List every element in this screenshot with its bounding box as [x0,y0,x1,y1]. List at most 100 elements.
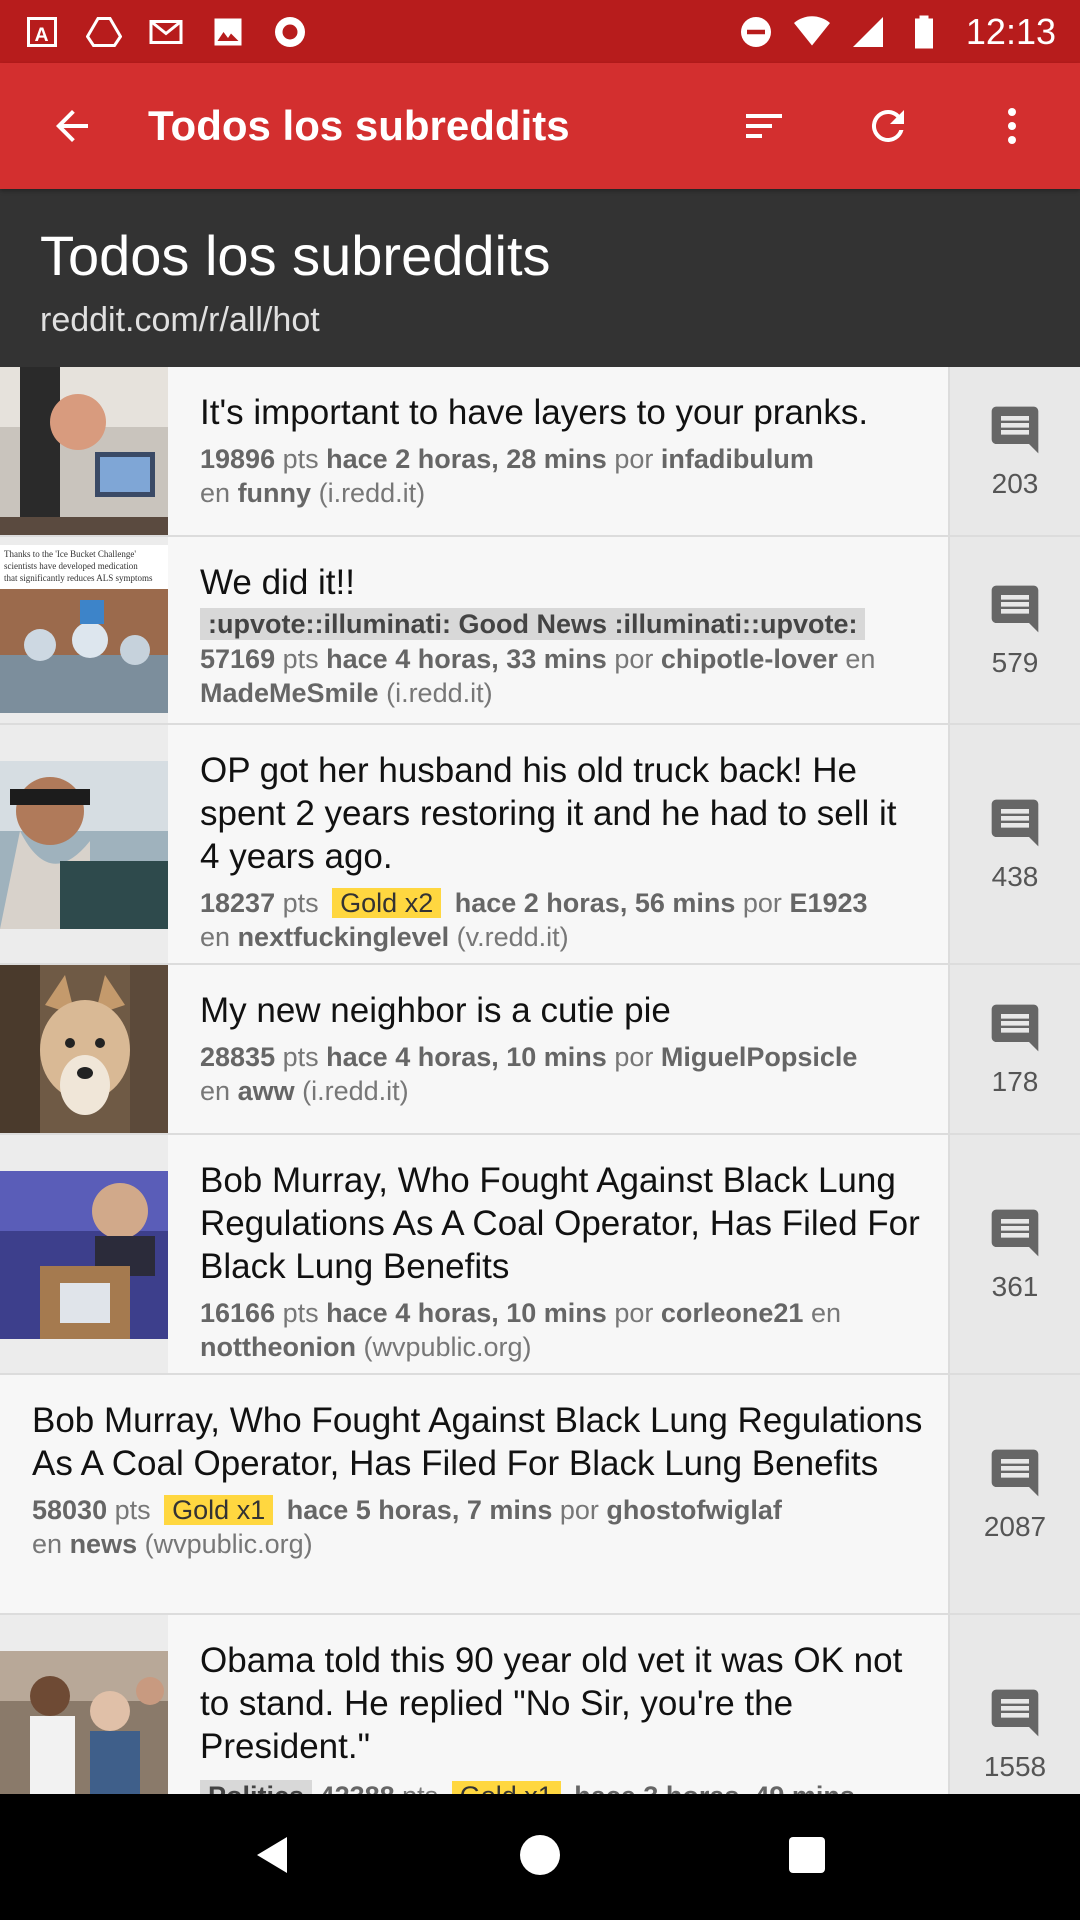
status-time: 12:13 [965,10,1056,52]
svg-text:that significantly reduces ALS: that significantly reduces ALS symptoms [4,573,153,583]
drive-icon [86,14,122,50]
comments-button[interactable]: 579 [948,537,1080,723]
comment-icon [991,1004,1039,1052]
dog-image [0,965,168,1133]
post-item[interactable]: Thanks to the 'Ice Bucket Challenge' sci… [0,537,1080,725]
post-meta: 19896 pts hace 2 horas, 28 mins por infa… [200,444,814,508]
post-title[interactable]: We did it!! [200,561,924,604]
post-domain: (i.redd.it) [302,1076,409,1106]
sort-icon [746,114,782,138]
post-meta: 18237 pts Gold x2 hace 2 horas, 56 mins … [200,888,868,952]
post-subreddit[interactable]: nextfuckinglevel [238,922,450,952]
comment-icon [991,1209,1039,1257]
post-content: OP got her husband his old truck back! H… [168,725,948,963]
comment-count: 203 [991,468,1039,499]
post-subreddit[interactable]: news [70,1529,138,1559]
gold-badge: Gold x2 [332,888,442,918]
comments-button[interactable]: 361 [948,1135,1080,1373]
sort-button[interactable] [716,78,812,174]
status-bar: A 12:13 [0,0,1080,63]
comment-count: 2087 [983,1511,1047,1542]
more-options-button[interactable] [964,78,1060,174]
nav-home-button[interactable] [516,1831,564,1884]
post-item[interactable]: Bob Murray, Who Fought Against Black Lun… [0,1375,1080,1615]
post-meta: 16166 pts hace 4 horas, 10 mins por corl… [200,1298,841,1362]
comment-count: 361 [991,1271,1039,1302]
gold-badge: Gold x1 [451,1781,561,1794]
post-thumbnail[interactable]: Thanks to the 'Ice Bucket Challenge' sci… [0,537,168,723]
comments-button[interactable]: 203 [948,367,1080,535]
post-thumbnail[interactable] [0,1615,168,1794]
svg-text:scientists have developed medi: scientists have developed medication [4,561,138,571]
nav-recents-button[interactable] [783,1831,831,1884]
post-domain: (i.redd.it) [318,478,426,508]
comment-icon [991,1449,1039,1497]
record-icon [272,14,308,50]
post-author[interactable]: ghostofwiglaf [606,1495,781,1525]
post-item[interactable]: Bob Murray, Who Fought Against Black Lun… [0,1135,1080,1375]
back-button[interactable] [24,78,120,174]
post-author[interactable]: corleone21 [661,1298,804,1328]
post-item[interactable]: My new neighbor is a cutie pie 28835 pts… [0,965,1080,1135]
post-content: Bob Murray, Who Fought Against Black Lun… [0,1375,948,1613]
post-time: hace 4 horas, 33 mins [326,644,607,674]
post-meta: 57169 pts hace 4 horas, 33 mins por chip… [200,644,876,708]
post-item[interactable]: It's important to have layers to your pr… [0,367,1080,537]
app-icon: A [24,14,60,50]
post-flair: :upvote::illuminati: Good News :illumina… [200,608,866,640]
system-nav-bar [0,1794,1080,1920]
pranks-image [0,367,168,535]
post-title[interactable]: OP got her husband his old truck back! H… [200,749,924,878]
post-title[interactable]: Bob Murray, Who Fought Against Black Lun… [200,1159,924,1288]
comments-button[interactable]: 2087 [948,1375,1080,1613]
refresh-button[interactable] [840,78,936,174]
post-title[interactable]: Obama told this 90 year old vet it was O… [200,1639,924,1768]
comment-icon [991,585,1039,633]
post-author[interactable]: E1923 [789,888,867,918]
post-subreddit[interactable]: funny [238,478,312,508]
post-meta: Politics 42388 pts Gold x1 hace 3 horas,… [200,1776,924,1794]
nav-back-button[interactable] [249,1831,297,1884]
comment-icon [991,406,1039,454]
post-thumbnail[interactable] [0,367,168,535]
svg-text:A: A [35,24,49,46]
battery-icon [906,14,942,50]
post-domain: (wvpublic.org) [144,1529,313,1559]
post-score: 57169 [200,644,276,674]
post-title[interactable]: Bob Murray, Who Fought Against Black Lun… [32,1399,924,1485]
post-thumbnail[interactable] [0,725,168,963]
post-item[interactable]: OP got her husband his old truck back! H… [0,725,1080,965]
comments-button[interactable]: 1558 [948,1615,1080,1794]
subreddit-url: reddit.com/r/all/hot [40,301,320,339]
post-title[interactable]: It's important to have layers to your pr… [200,391,924,434]
app-toolbar: Todos los subreddits [0,63,1080,189]
post-thumbnail[interactable] [0,1135,168,1373]
post-score: 18237 [200,888,276,918]
thumb-caption: Thanks to the 'Ice Bucket Challenge' [4,549,136,559]
post-author[interactable]: MiguelPopsicle [661,1042,858,1072]
post-content: Obama told this 90 year old vet it was O… [168,1615,948,1794]
post-content: Bob Murray, Who Fought Against Black Lun… [168,1135,948,1373]
post-title[interactable]: My new neighbor is a cutie pie [200,989,924,1032]
post-thumbnail[interactable] [0,965,168,1133]
photos-icon [210,14,246,50]
post-subreddit[interactable]: aww [238,1076,295,1106]
post-item[interactable]: Obama told this 90 year old vet it was O… [0,1615,1080,1794]
signal-icon [850,14,886,50]
comments-button[interactable]: 438 [948,725,1080,963]
post-author[interactable]: chipotle-lover [661,644,838,674]
post-author[interactable]: infadibulum [661,444,814,474]
comments-button[interactable]: 178 [948,965,1080,1133]
comment-icon [991,799,1039,847]
post-time: hace 3 horas, 49 mins [574,1781,855,1794]
gold-badge: Gold x1 [164,1495,274,1525]
post-subreddit[interactable]: nottheonion [200,1332,356,1362]
toolbar-title: Todos los subreddits [148,102,570,149]
comment-icon [991,1689,1039,1737]
post-subreddit[interactable]: MadeMeSmile [200,678,379,708]
post-domain: (i.redd.it) [386,678,493,708]
obama-vet-image [0,1651,168,1794]
post-time: hace 4 horas, 10 mins [326,1042,607,1072]
post-content: We did it!! :upvote::illuminati: Good Ne… [168,537,948,723]
post-score: 16166 [200,1298,276,1328]
